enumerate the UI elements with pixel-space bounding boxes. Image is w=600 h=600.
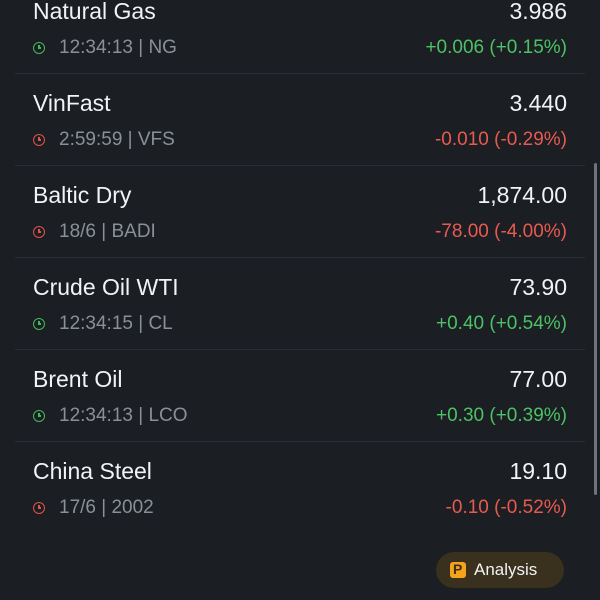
clock-icon (33, 226, 45, 238)
instrument-time-symbol: 12:34:13 | LCO (59, 405, 188, 426)
list-item-crude-oil-wti[interactable]: Crude Oil WTI 73.90 12:34:15 | CL +0.40 … (15, 258, 585, 350)
instrument-name: Baltic Dry (33, 182, 132, 208)
instrument-name: Natural Gas (33, 0, 156, 24)
instrument-list[interactable]: Natural Gas 3.986 12:34:13 | NG +0.006 (… (0, 0, 600, 534)
instrument-meta: 12:34:15 | CL (33, 313, 173, 335)
instrument-name: Brent Oil (33, 366, 123, 392)
analysis-button[interactable]: Analysis (436, 552, 564, 588)
instrument-name: VinFast (33, 90, 111, 116)
instrument-price: 77.00 (509, 366, 567, 392)
clock-icon (33, 134, 45, 146)
instrument-meta: 18/6 | BADI (33, 221, 156, 243)
clock-icon (33, 42, 45, 54)
instrument-price: 19.10 (509, 458, 567, 484)
instrument-name: Crude Oil WTI (33, 274, 179, 300)
instrument-meta: 12:34:13 | NG (33, 37, 177, 59)
instrument-change: -0.10 (-0.52%) (445, 497, 567, 518)
list-item-brent-oil[interactable]: Brent Oil 77.00 12:34:13 | LCO +0.30 (+0… (15, 350, 585, 442)
instrument-change: +0.006 (+0.15%) (425, 37, 567, 58)
instrument-name: China Steel (33, 458, 152, 484)
analysis-button-label: Analysis (474, 560, 538, 579)
instrument-time-symbol: 2:59:59 | VFS (59, 129, 175, 150)
clock-icon (33, 318, 45, 330)
instrument-time-symbol: 18/6 | BADI (59, 221, 156, 242)
list-item-vinfast[interactable]: VinFast 3.440 2:59:59 | VFS -0.010 (-0.2… (15, 74, 585, 166)
instrument-change: -78.00 (-4.00%) (434, 221, 567, 242)
instrument-price: 1,874.00 (477, 182, 567, 208)
scrollbar[interactable] (594, 163, 597, 495)
instrument-time-symbol: 17/6 | 2002 (59, 497, 154, 518)
instrument-meta: 12:34:13 | LCO (33, 405, 188, 427)
instrument-price: 3.440 (509, 90, 567, 116)
list-item-china-steel[interactable]: China Steel 19.10 17/6 | 2002 -0.10 (-0.… (15, 442, 585, 534)
instrument-price: 3.986 (509, 0, 567, 24)
watchlist-screen: Natural Gas 3.986 12:34:13 | NG +0.006 (… (0, 0, 600, 600)
clock-icon (33, 502, 45, 514)
list-item-natural-gas[interactable]: Natural Gas 3.986 12:34:13 | NG +0.006 (… (15, 0, 585, 74)
list-item-baltic-dry[interactable]: Baltic Dry 1,874.00 18/6 | BADI -78.00 (… (15, 166, 585, 258)
clock-icon (33, 410, 45, 422)
instrument-price: 73.90 (509, 274, 567, 300)
instrument-time-symbol: 12:34:15 | CL (59, 313, 173, 334)
analysis-logo-icon (450, 561, 466, 578)
instrument-time-symbol: 12:34:13 | NG (59, 37, 177, 58)
instrument-change: +0.30 (+0.39%) (436, 405, 567, 426)
instrument-change: -0.010 (-0.29%) (434, 129, 567, 150)
instrument-meta: 2:59:59 | VFS (33, 129, 175, 151)
instrument-meta: 17/6 | 2002 (33, 497, 154, 519)
instrument-change: +0.40 (+0.54%) (436, 313, 567, 334)
